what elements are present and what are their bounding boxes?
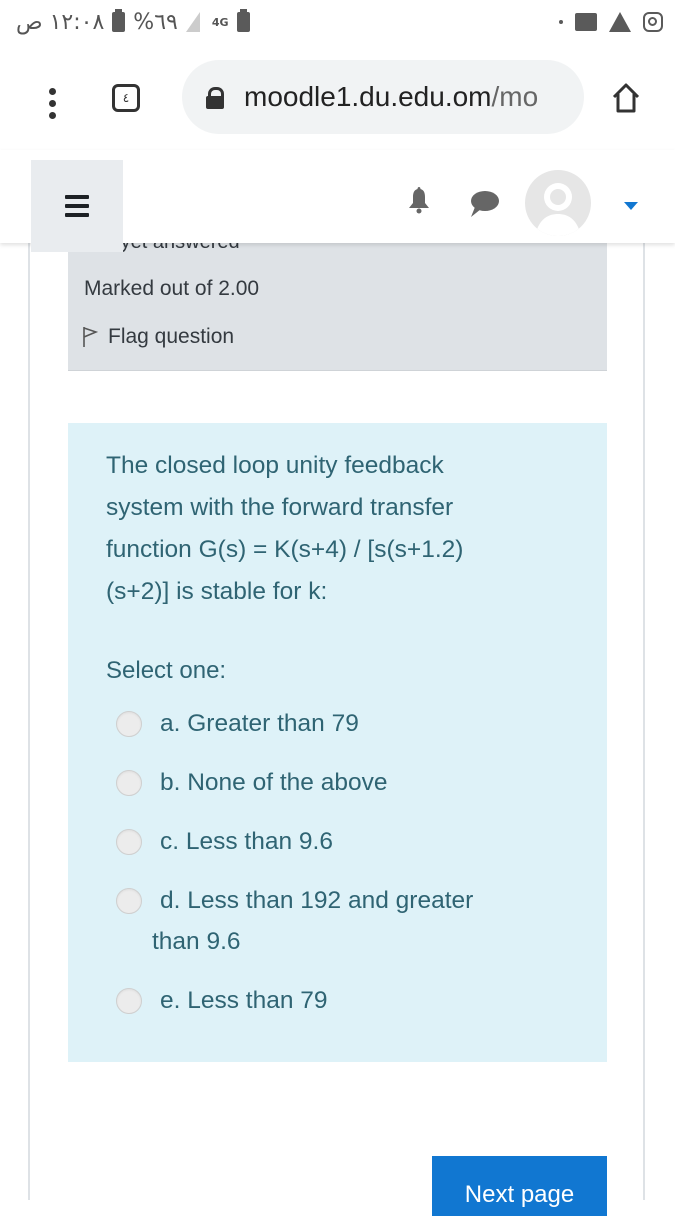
- option-label[interactable]: d. Less than 192 and greater: [116, 880, 536, 921]
- bell-icon[interactable]: [408, 186, 430, 214]
- home-icon[interactable]: [610, 82, 642, 114]
- select-one-prompt: Select one:: [106, 657, 227, 684]
- status-left: ١٢:٠٨ ص %٦٩ 4G: [16, 9, 250, 35]
- flag-icon: [83, 327, 98, 347]
- warning-icon: [609, 12, 631, 32]
- lock-icon: [206, 87, 224, 109]
- answer-option-b[interactable]: b. None of the above: [116, 762, 536, 803]
- radio-button[interactable]: [116, 888, 142, 914]
- battery-percent: %٦٩: [133, 9, 178, 35]
- url-path: /mo: [491, 81, 539, 112]
- caret-down-icon[interactable]: [624, 202, 638, 210]
- flag-question-link[interactable]: Flag question: [82, 325, 234, 349]
- question-text: The closed loop unity feedback system wi…: [106, 445, 546, 613]
- folder-icon: [575, 13, 597, 31]
- flag-question-label: Flag question: [108, 325, 235, 348]
- option-label[interactable]: b. None of the above: [116, 762, 536, 803]
- status-bar: ١٢:٠٨ ص %٦٩ 4G: [0, 0, 675, 44]
- answer-option-d[interactable]: d. Less than 192 and greater than 9.6: [116, 880, 536, 962]
- page-border-left: [28, 243, 30, 1200]
- question-text-line: The closed loop unity feedback: [106, 452, 444, 479]
- option-label[interactable]: a. Greater than 79: [116, 703, 536, 744]
- question-marks: Marked out of 2.00: [84, 277, 260, 300]
- radio-button[interactable]: [116, 770, 142, 796]
- moodle-navbar: [0, 150, 675, 252]
- network-4g-icon: 4G: [211, 15, 229, 29]
- recycle-battery-icon: [236, 9, 250, 32]
- chat-icon[interactable]: [468, 190, 500, 218]
- answer-option-e[interactable]: e. Less than 79: [116, 980, 536, 1021]
- question-content: The closed loop unity feedback system wi…: [68, 423, 607, 1062]
- radio-button[interactable]: [116, 829, 142, 855]
- url-text[interactable]: moodle1.du.edu.om/mo: [244, 81, 538, 113]
- instagram-icon: [643, 12, 663, 32]
- battery-saver-icon: [112, 9, 126, 32]
- option-label[interactable]: e. Less than 79: [116, 980, 536, 1021]
- url-host: moodle1.du.edu.om: [244, 81, 492, 112]
- signal-icon: [185, 12, 204, 32]
- hamburger-menu-icon[interactable]: [31, 160, 123, 252]
- status-right: [559, 12, 663, 32]
- option-label[interactable]: c. Less than 9.6: [116, 821, 536, 862]
- browser-toolbar: ٤ moodle1.du.edu.om/mo: [0, 44, 675, 150]
- page-border-right: [643, 243, 645, 1200]
- more-vert-icon[interactable]: [48, 88, 56, 119]
- radio-button[interactable]: [116, 988, 142, 1014]
- question-text-line: (s+2)] is stable for k:: [106, 578, 328, 605]
- question-text-line: function G(s) = K(s+4) / [s(s+1.2): [106, 536, 464, 563]
- clock: ١٢:٠٨ ص: [16, 9, 105, 35]
- next-page-button[interactable]: Next page: [432, 1156, 607, 1216]
- tabs-button[interactable]: ٤: [112, 84, 140, 112]
- radio-button[interactable]: [116, 711, 142, 737]
- address-bar[interactable]: moodle1.du.edu.om/mo: [182, 60, 584, 134]
- question-info-panel: Not yet answered Marked out of 2.00 Flag…: [68, 231, 607, 371]
- answer-option-a[interactable]: a. Greater than 79: [116, 703, 536, 744]
- question-text-line: system with the forward transfer: [106, 494, 454, 521]
- option-label-continued[interactable]: than 9.6: [116, 921, 536, 962]
- answer-option-c[interactable]: c. Less than 9.6: [116, 821, 536, 862]
- notification-dot-icon: [559, 20, 563, 24]
- avatar[interactable]: [525, 170, 591, 236]
